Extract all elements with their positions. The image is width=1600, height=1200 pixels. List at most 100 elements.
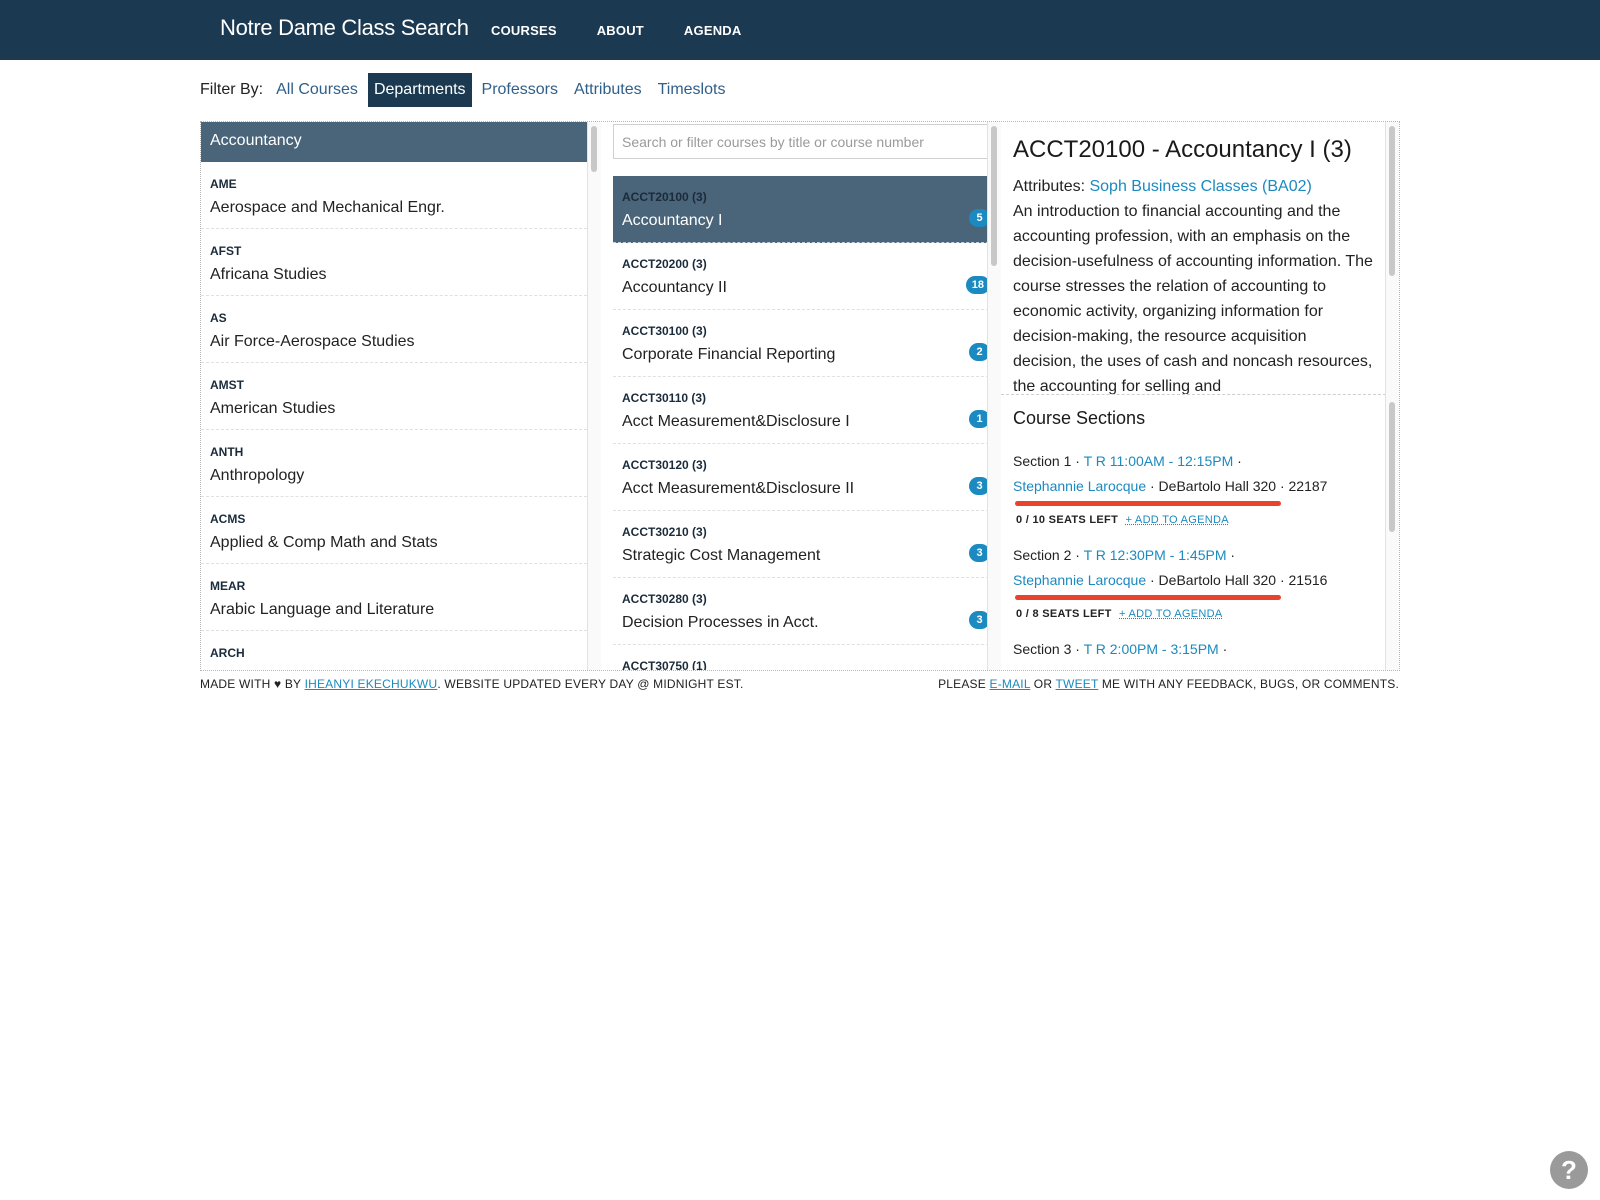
department-code: ACMS — [210, 512, 246, 526]
department-name: Africana Studies — [210, 266, 327, 283]
section-time-link[interactable]: T R 11:00AM - 12:15PM — [1084, 453, 1234, 469]
footer-please: PLEASE — [938, 677, 990, 691]
department-item[interactable]: ACMS Applied & Comp Math and Stats — [201, 497, 587, 564]
course-search-input[interactable] — [613, 124, 999, 159]
section-entry: Section 3 · T R 2:00PM - 3:15PM · — [1013, 641, 1228, 657]
course-attributes: Attributes: Soph Business Classes (BA02) — [1013, 178, 1373, 196]
filter-attributes[interactable]: Attributes — [568, 73, 648, 107]
filter-label: Filter By: — [200, 81, 264, 98]
filter-bar: Filter By: All Courses Departments Profe… — [200, 72, 735, 108]
nav-courses[interactable]: COURSES — [491, 23, 557, 38]
filter-departments[interactable]: Departments — [367, 73, 472, 107]
course-title: Accountancy II — [622, 279, 727, 296]
department-item[interactable]: AS Air Force-Aerospace Studies — [201, 296, 587, 363]
course-code: ACCT30120 (3) — [622, 458, 707, 472]
course-title: Accountancy I — [622, 212, 723, 229]
department-code: ANTH — [210, 445, 244, 459]
course-code: ACCT30210 (3) — [622, 525, 707, 539]
course-item[interactable]: ACCT20200 (3) Accountancy II 18 — [613, 243, 999, 310]
section-label: Section 2 · — [1013, 547, 1080, 563]
department-name: Applied & Comp Math and Stats — [210, 534, 438, 551]
add-to-agenda-button[interactable]: + ADD TO AGENDA — [1119, 608, 1222, 620]
department-name: American Studies — [210, 400, 336, 417]
instructor-link[interactable]: Stephannie Larocque — [1013, 478, 1146, 494]
department-scrollbar-track[interactable] — [587, 122, 601, 670]
section-location: · DeBartolo Hall 320 · 21516 — [1150, 572, 1328, 588]
department-item[interactable]: ANTH Anthropology — [201, 430, 587, 497]
course-scrollbar-thumb[interactable] — [991, 126, 997, 266]
pane-divider — [1001, 394, 1391, 395]
course-code: ACCT30750 (1) — [622, 659, 707, 670]
nav-agenda[interactable]: AGENDA — [684, 23, 742, 38]
author-link[interactable]: IHEANYI EKECHUKWU — [305, 677, 438, 691]
site-title[interactable]: Notre Dame Class Search — [220, 15, 469, 41]
email-link[interactable]: E-MAIL — [990, 677, 1031, 691]
instructor-link[interactable]: Stephannie Larocque — [1013, 572, 1146, 588]
course-item-selected[interactable]: ACCT20100 (3) Accountancy I 5 — [613, 176, 999, 243]
department-name: Aerospace and Mechanical Engr. — [210, 199, 445, 216]
footer-feedback: PLEASE E-MAIL OR TWEET ME WITH ANY FEEDB… — [938, 677, 1399, 691]
course-code: ACCT30100 (3) — [622, 324, 707, 338]
department-item[interactable]: AME Aerospace and Mechanical Engr. — [201, 162, 587, 229]
course-sections-title: Course Sections — [1013, 408, 1146, 428]
sections-scrollbar-thumb[interactable] — [1389, 402, 1395, 532]
course-scrollbar-track[interactable] — [987, 122, 1001, 670]
section-location: · DeBartolo Hall 320 · 22187 — [1150, 478, 1328, 494]
attributes-label: Attributes: — [1013, 178, 1086, 195]
main-nav: COURSES ABOUT AGENDA — [491, 0, 781, 60]
course-description-pane: ACCT20100 - Accountancy I (3) Attributes… — [1001, 122, 1385, 394]
department-item[interactable]: AMST American Studies — [201, 363, 587, 430]
department-item[interactable]: AFST Africana Studies — [201, 229, 587, 296]
section-entry: Section 2 · T R 12:30PM - 1:45PM · Steph… — [1013, 547, 1328, 620]
course-item[interactable]: ACCT30750 (1) — [613, 645, 999, 670]
department-scrollbar-thumb[interactable] — [591, 126, 597, 172]
seats-left: 0 / 10 SEATS LEFT — [1016, 514, 1119, 526]
department-code: AME — [210, 177, 237, 191]
course-title: Strategic Cost Management — [622, 547, 821, 564]
course-title: Acct Measurement&Disclosure I — [622, 413, 850, 430]
department-item[interactable]: MEAR Arabic Language and Literature — [201, 564, 587, 631]
department-code: AFST — [210, 244, 242, 258]
tweet-link[interactable]: TWEET — [1056, 677, 1099, 691]
course-item[interactable]: ACCT30280 (3) Decision Processes in Acct… — [613, 578, 999, 645]
footer-credits: MADE WITH ♥ BY IHEANYI EKECHUKWU. WEBSIT… — [200, 677, 744, 691]
course-title: Acct Measurement&Disclosure II — [622, 480, 855, 497]
section-time-link[interactable]: T R 12:30PM - 1:45PM — [1084, 547, 1227, 563]
course-item[interactable]: ACCT30100 (3) Corporate Financial Report… — [613, 310, 999, 377]
department-list: AME Aerospace and Mechanical Engr. AFST … — [201, 162, 587, 670]
filter-all-courses[interactable]: All Courses — [270, 73, 364, 107]
attribute-link[interactable]: Soph Business Classes (BA02) — [1089, 178, 1311, 195]
course-code: ACCT20200 (3) — [622, 257, 707, 271]
nav-about[interactable]: ABOUT — [597, 23, 644, 38]
top-navbar: Notre Dame Class Search COURSES ABOUT AG… — [0, 0, 1600, 60]
section-label: Section 3 · — [1013, 641, 1080, 657]
course-title: Corporate Financial Reporting — [622, 346, 836, 363]
filter-professors[interactable]: Professors — [476, 73, 564, 107]
browser-panel: Accountancy AME Aerospace and Mechanical… — [200, 121, 1400, 671]
footer-or: OR — [1030, 677, 1056, 691]
department-item[interactable]: ARCH — [201, 631, 587, 670]
course-sections-pane: Course Sections Section 1 · T R 11:00AM … — [1001, 396, 1385, 670]
department-code: AS — [210, 311, 227, 325]
department-column: Accountancy AME Aerospace and Mechanical… — [201, 122, 601, 670]
help-icon[interactable]: ? — [1550, 1151, 1588, 1189]
course-item[interactable]: ACCT30210 (3) Strategic Cost Management … — [613, 511, 999, 578]
course-code: ACCT30280 (3) — [622, 592, 707, 606]
course-column: ACCT20100 (3) Accountancy I 5 ACCT20200 … — [601, 122, 1001, 670]
department-name: Air Force-Aerospace Studies — [210, 333, 415, 350]
course-detail-panel: ACCT20100 - Accountancy I (3) Attributes… — [1001, 122, 1399, 670]
section-time-link[interactable]: T R 2:00PM - 3:15PM — [1084, 641, 1219, 657]
department-selected[interactable]: Accountancy — [201, 122, 587, 162]
filter-timeslots[interactable]: Timeslots — [652, 73, 732, 107]
detail-scrollbar-thumb[interactable] — [1389, 126, 1395, 276]
department-name: Arabic Language and Literature — [210, 601, 435, 618]
department-code: ARCH — [210, 646, 245, 660]
footer-feedback-note: ME WITH ANY FEEDBACK, BUGS, OR COMMENTS. — [1098, 677, 1399, 691]
footer-update-note: . WEBSITE UPDATED EVERY DAY @ MIDNIGHT E… — [437, 677, 744, 691]
course-title: Decision Processes in Acct. — [622, 614, 819, 631]
add-to-agenda-button[interactable]: + ADD TO AGENDA — [1125, 514, 1228, 526]
course-description: An introduction to financial accounting … — [1013, 203, 1373, 394]
course-item[interactable]: ACCT30110 (3) Acct Measurement&Disclosur… — [613, 377, 999, 444]
detail-scrollbar-track[interactable] — [1385, 122, 1399, 670]
course-item[interactable]: ACCT30120 (3) Acct Measurement&Disclosur… — [613, 444, 999, 511]
